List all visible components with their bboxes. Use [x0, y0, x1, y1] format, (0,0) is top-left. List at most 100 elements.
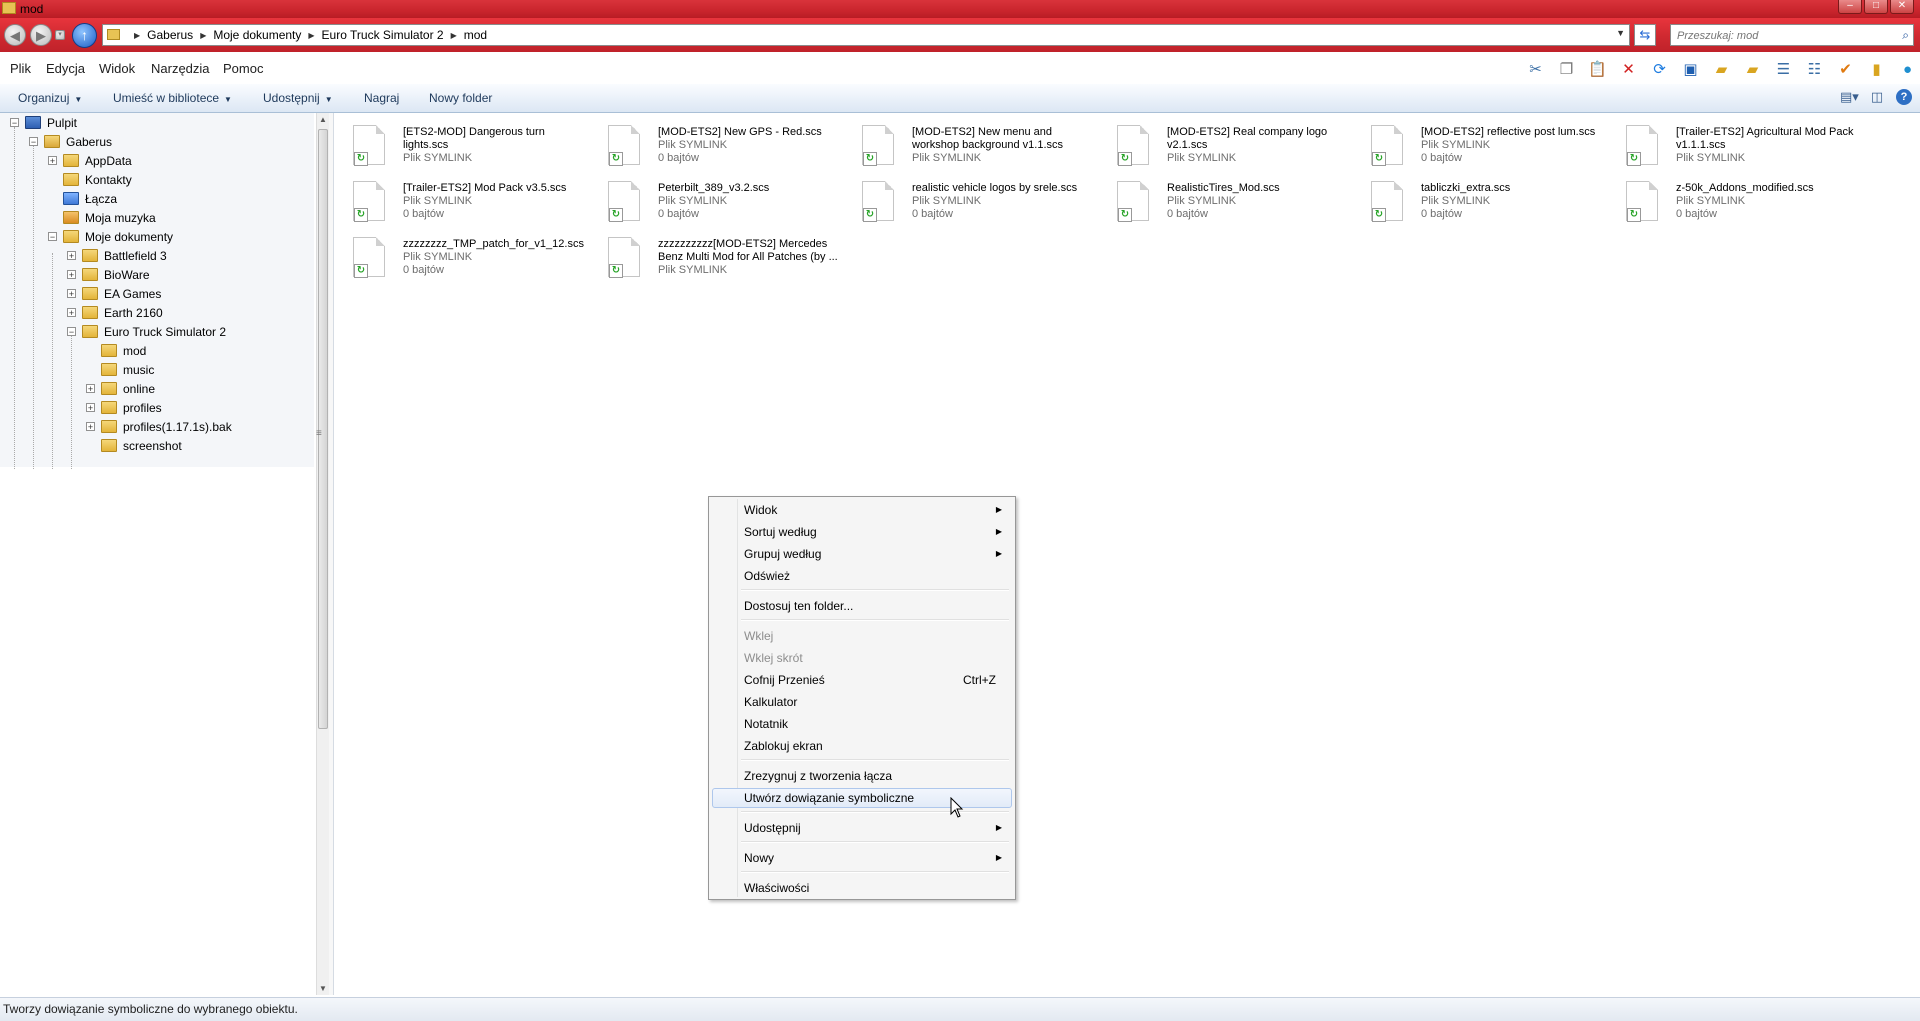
tree-item[interactable]: − Gaberus [29, 132, 112, 151]
search-input[interactable] [1675, 27, 1889, 45]
chevron-down-icon[interactable]: ▼ [1616, 28, 1625, 38]
context-menu-item[interactable]: Udostępnij ▶ [712, 818, 1012, 838]
tree-item[interactable]: + profiles [86, 398, 162, 417]
file-item[interactable]: ↻ [MOD-ETS2] reflective post lum.scs Plik … [1358, 113, 1608, 167]
breadcrumb-gaberus[interactable]: Gaberus [147, 28, 193, 42]
tree-item[interactable]: − Pulpit [10, 113, 77, 132]
tree-item[interactable]: Kontakty [48, 170, 132, 189]
preview-pane-icon[interactable]: ◫ [1868, 89, 1886, 105]
expand-icon[interactable]: + [67, 270, 76, 280]
delete-icon[interactable]: ✕ [1616, 58, 1641, 80]
menu-plik[interactable]: Plik [10, 61, 31, 76]
breadcrumb-euro-truck-simulator-2[interactable]: Euro Truck Simulator 2 [322, 28, 444, 42]
context-menu-item[interactable]: Sortuj według ▶ [712, 522, 1012, 542]
change-view-icon[interactable]: ▤▾ [1840, 89, 1859, 105]
collapse-icon[interactable]: − [29, 137, 38, 147]
search-box[interactable]: ⌕ [1670, 24, 1914, 46]
recent-pages-button[interactable]: ▾ [55, 30, 65, 40]
context-menu-item[interactable]: Utwórz dowiązanie symboliczne [712, 788, 1012, 808]
new-folder-button[interactable]: Nowy folder [429, 91, 492, 105]
refresh-icon[interactable]: ⟳ [1647, 58, 1672, 80]
close-button[interactable]: ✕ [1890, 0, 1914, 14]
globe-icon[interactable]: ● [1895, 58, 1920, 80]
tree-item[interactable]: Łącza [48, 189, 117, 208]
breadcrumb-moje-dokumenty[interactable]: Moje dokumenty [213, 28, 301, 42]
file-item[interactable]: ↻ zzzzzzzzzz[MOD-ETS2] Mercedes Benz Mult… [595, 225, 845, 279]
paste-icon[interactable]: 📋 [1585, 58, 1610, 80]
forward-button[interactable]: ▶ [30, 24, 52, 46]
file-item[interactable]: ↻ tabliczki_extra.scs Plik SYMLINK 0 bajtów [1358, 169, 1608, 223]
collapse-icon[interactable]: − [48, 232, 57, 242]
context-menu-item[interactable]: Cofnij Przenieś Ctrl+Z [712, 670, 1012, 690]
context-menu-item[interactable]: Notatnik [712, 714, 1012, 734]
file-item[interactable]: ↻ realistic vehicle logos by srele.scs Pli… [849, 169, 1099, 223]
details-icon[interactable]: ☰ [1771, 58, 1796, 80]
file-item[interactable]: ↻ zzzzzzzz_TMP_patch_for_v1_12.scs Plik SY… [340, 225, 590, 279]
file-item[interactable]: ↻ [Trailer-ETS2] Mod Pack v3.5.scs Plik SY… [340, 169, 590, 223]
expand-icon[interactable]: + [86, 384, 95, 394]
context-menu-item[interactable]: Zablokuj ekran [712, 736, 1012, 756]
menu-pomoc[interactable]: Pomoc [223, 61, 263, 76]
tree-item[interactable]: − Euro Truck Simulator 2 [67, 322, 226, 341]
tree-scrollbar[interactable]: ▲ ▼ [316, 113, 330, 995]
context-menu-item[interactable]: Nowy ▶ [712, 848, 1012, 868]
file-item[interactable]: ↻ Peterbilt_389_v3.2.scs Plik SYMLINK 0 baj… [595, 169, 845, 223]
collapse-icon[interactable]: − [67, 327, 76, 337]
tree-item[interactable]: + AppData [48, 151, 132, 170]
include-in-library-button[interactable]: Umieść w bibliotece ▼ [113, 91, 232, 105]
minimize-button[interactable]: – [1838, 0, 1862, 14]
tree-item[interactable]: + profiles(1.17.1s).bak [86, 417, 232, 436]
properties-icon[interactable]: ▣ [1678, 58, 1703, 80]
share-button[interactable]: Udostępnij ▼ [263, 91, 333, 105]
tree-item[interactable]: + online [86, 379, 155, 398]
maximize-button[interactable]: □ [1864, 0, 1888, 14]
tree-item[interactable]: + Battlefield 3 [67, 246, 167, 265]
burn-button[interactable]: Nagraj [364, 91, 399, 105]
file-item[interactable]: ↻ [MOD-ETS2] New menu and workshop backgr… [849, 113, 1099, 167]
up-button[interactable]: ↑ [72, 23, 97, 48]
file-item[interactable]: ↻ [MOD-ETS2] New GPS - Red.scs Plik SYMLIN… [595, 113, 845, 167]
organize-button[interactable]: Organizuj ▼ [18, 91, 82, 105]
menu-widok[interactable]: Widok [99, 61, 135, 76]
tree-item[interactable]: − Moje dokumenty [48, 227, 173, 246]
file-item[interactable]: ↻ [ETS2-MOD] Dangerous turn lights.scs Pli… [340, 113, 590, 167]
context-menu-item[interactable]: Grupuj według ▶ [712, 544, 1012, 564]
scissors-icon[interactable]: ✂ [1523, 58, 1548, 80]
refresh-button[interactable]: ⇆ [1634, 24, 1656, 46]
tree-item[interactable]: screenshot [86, 436, 182, 455]
breadcrumb-mod[interactable]: mod [464, 28, 487, 42]
tree-item[interactable]: + EA Games [67, 284, 161, 303]
tree-item[interactable]: music [86, 360, 154, 379]
tree-item[interactable]: mod [86, 341, 146, 360]
tree-item[interactable]: Moja muzyka [48, 208, 156, 227]
context-menu-item[interactable]: Dostosuj ten folder... [712, 596, 1012, 616]
file-item[interactable]: ↻ RealisticTires_Mod.scs Plik SYMLINK 0 baj… [1104, 169, 1354, 223]
copy-icon[interactable]: ❐ [1554, 58, 1579, 80]
collapse-icon[interactable]: − [10, 118, 19, 128]
menu-edycja[interactable]: Edycja [46, 61, 85, 76]
search-icon[interactable]: ⌕ [1902, 28, 1909, 43]
move-icon[interactable]: ▰ [1709, 58, 1734, 80]
scroll-down-icon[interactable]: ▼ [319, 984, 327, 993]
tree-item[interactable]: + BioWare [67, 265, 150, 284]
context-menu-item[interactable]: Odśwież [712, 566, 1012, 586]
context-menu-item[interactable]: Kalkulator [712, 692, 1012, 712]
back-button[interactable]: ◀ [4, 24, 26, 46]
help-icon[interactable]: ? [1896, 89, 1912, 105]
scroll-up-icon[interactable]: ▲ [319, 115, 327, 124]
expand-icon[interactable]: + [67, 289, 76, 299]
address-bar[interactable]: ▶ Gaberus ▶ Moje dokumenty ▶ Euro Truck … [102, 24, 1630, 46]
context-menu-item[interactable]: Widok ▶ [712, 500, 1012, 520]
splitter-grip-icon[interactable]: ≡ [316, 428, 322, 439]
expand-icon[interactable]: + [67, 308, 76, 318]
list-icon[interactable]: ☷ [1802, 58, 1827, 80]
folder-options-icon[interactable]: ▮ [1864, 58, 1889, 80]
context-menu-item[interactable]: Zrezygnuj z tworzenia łącza [712, 766, 1012, 786]
context-menu-item[interactable]: Właściwości [712, 878, 1012, 898]
file-item[interactable]: ↻ [MOD-ETS2] Real company logo v2.1.scs Pl… [1104, 113, 1354, 167]
expand-icon[interactable]: + [67, 251, 76, 261]
tree-item[interactable]: + Earth 2160 [67, 303, 163, 322]
expand-icon[interactable]: + [48, 156, 57, 166]
expand-icon[interactable]: + [86, 422, 95, 432]
pane-splitter[interactable] [329, 113, 334, 995]
